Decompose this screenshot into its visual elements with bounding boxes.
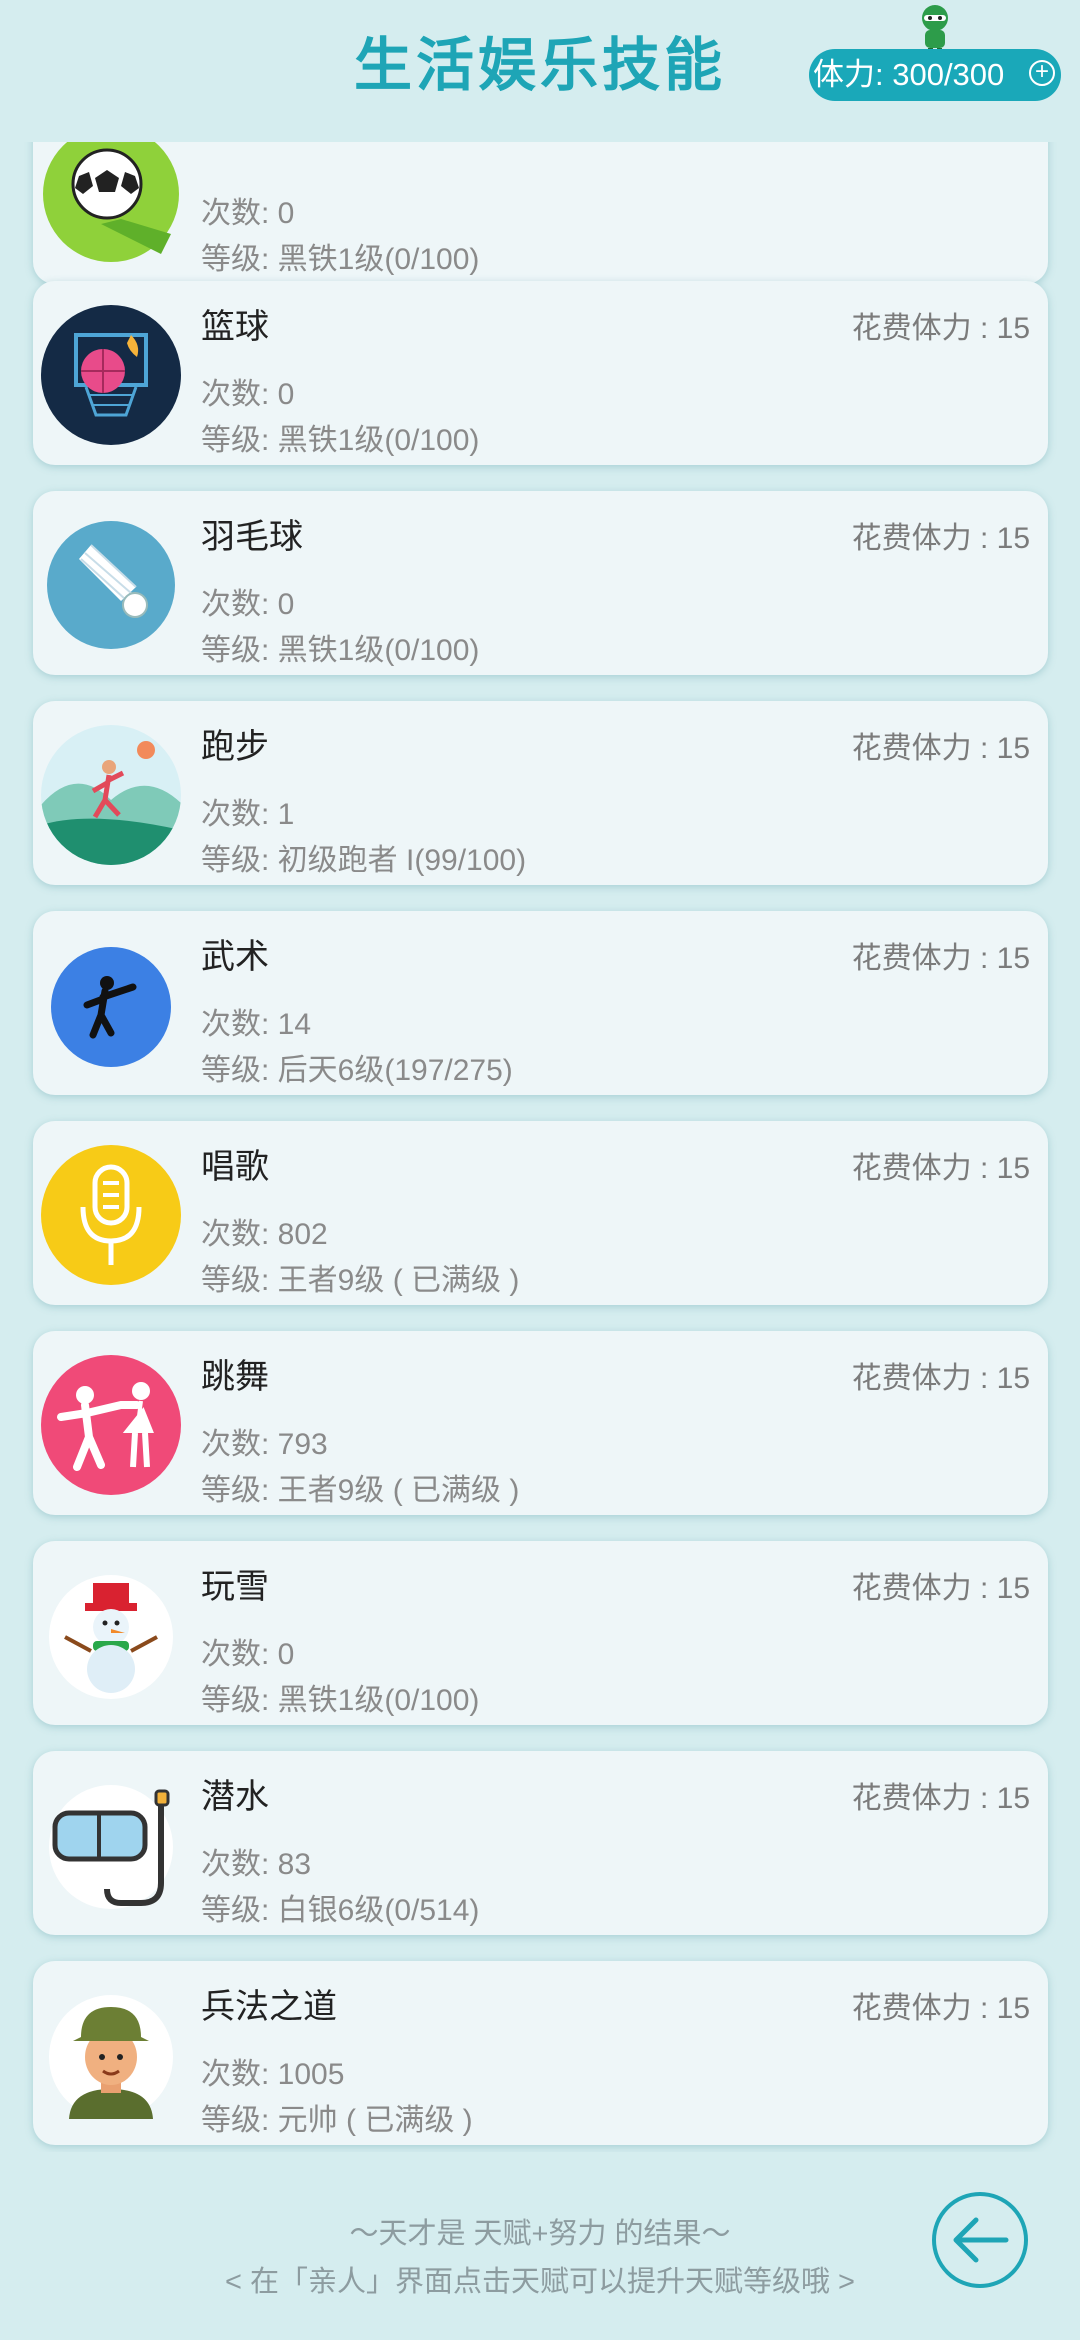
skill-cost: 花费体力 : 15 [851, 1362, 1030, 1395]
soldier-icon [49, 1995, 173, 2119]
skill-level: 等级: 黑铁1级(0/100) [201, 634, 480, 667]
skill-cost: 花费体力 : 15 [851, 942, 1030, 975]
skill-cost: 花费体力 : 15 [851, 1572, 1030, 1605]
skill-count: 次数: 0 [201, 588, 295, 621]
skill-count: 次数: 14 [201, 1008, 312, 1041]
header: 生活娱乐技能 体力: 300/300 + [0, 0, 1080, 142]
add-stamina-icon[interactable]: + [1029, 60, 1055, 86]
skill-level: 等级: 王者9级 ( 已满级 ) [201, 1474, 520, 1507]
snowman-icon [49, 1575, 173, 1699]
basketball-icon [41, 305, 181, 445]
skill-level: 等级: 初级跑者 I(99/100) [201, 844, 527, 877]
skill-name: 潜水 [201, 1778, 269, 1816]
footer: ～天才是 天赋+努力 的结果～ < 在「亲人」界面点击天赋可以提升天赋等级哦 > [0, 2152, 1080, 2340]
skill-name: 跑步 [201, 728, 269, 766]
skill-level: 等级: 元帅 ( 已满级 ) [201, 2104, 473, 2137]
stamina-badge[interactable]: 体力: 300/300 + [809, 49, 1061, 101]
skill-count: 次数: 802 [201, 1218, 328, 1251]
skill-name: 跳舞 [201, 1358, 269, 1396]
footer-tip-2: < 在「亲人」界面点击天赋可以提升天赋等级哦 > [225, 2266, 855, 2298]
skill-count: 次数: 0 [201, 1638, 295, 1671]
skill-card-soccer[interactable]: 次数: 0 等级: 黑铁1级(0/100) [33, 142, 1048, 284]
skill-level: 等级: 白银6级(0/514) [201, 1894, 480, 1927]
skill-count: 次数: 1 [201, 798, 295, 831]
skill-card-strategy[interactable]: 兵法之道 花费体力 : 15 次数: 1005 等级: 元帅 ( 已满级 ) [33, 1961, 1048, 2145]
skill-count: 次数: 83 [201, 1848, 312, 1881]
back-arrow-icon[interactable] [930, 2190, 1030, 2290]
skill-name: 兵法之道 [201, 1988, 337, 2026]
skill-level: 等级: 黑铁1级(0/100) [201, 1684, 480, 1717]
skill-level: 等级: 王者9级 ( 已满级 ) [201, 1264, 520, 1297]
stamina-label: 体力: 300/300 [813, 57, 1005, 92]
skill-count: 次数: 0 [201, 378, 295, 411]
running-icon [41, 725, 181, 865]
skill-count: 次数: 0 [201, 197, 295, 230]
microphone-icon [41, 1145, 181, 1285]
soccer-icon [43, 142, 179, 262]
footer-tip-1: ～天才是 天赋+努力 的结果～ [349, 2218, 731, 2250]
skill-name: 武术 [201, 938, 269, 976]
skill-cost: 花费体力 : 15 [851, 1152, 1030, 1185]
skill-list[interactable]: 次数: 0 等级: 黑铁1级(0/100) 篮球 花费体力 : 15 次数: 0… [0, 142, 1080, 2152]
skill-name: 篮球 [201, 308, 269, 346]
skill-count: 次数: 793 [201, 1428, 328, 1461]
skill-level: 等级: 黑铁1级(0/100) [201, 424, 480, 457]
skill-cost: 花费体力 : 15 [851, 1992, 1030, 2025]
skill-level: 等级: 后天6级(197/275) [201, 1054, 513, 1087]
skill-cost: 花费体力 : 15 [851, 1782, 1030, 1815]
badminton-icon [47, 521, 175, 649]
skill-level: 等级: 黑铁1级(0/100) [201, 243, 480, 276]
skill-cost: 花费体力 : 15 [851, 312, 1030, 345]
skill-count: 次数: 1005 [201, 2058, 345, 2091]
dancing-icon [41, 1355, 181, 1495]
skill-card-running[interactable]: 跑步 花费体力 : 15 次数: 1 等级: 初级跑者 I(99/100) [33, 701, 1048, 885]
skill-cost: 花费体力 : 15 [851, 522, 1030, 555]
skill-cost: 花费体力 : 15 [851, 732, 1030, 765]
skill-card-dancing[interactable]: 跳舞 花费体力 : 15 次数: 793 等级: 王者9级 ( 已满级 ) [33, 1331, 1048, 1515]
skill-name: 玩雪 [201, 1568, 269, 1606]
skill-card-diving[interactable]: 潜水 花费体力 : 15 次数: 83 等级: 白银6级(0/514) [33, 1751, 1048, 1935]
skill-card-snow[interactable]: 玩雪 花费体力 : 15 次数: 0 等级: 黑铁1级(0/100) [33, 1541, 1048, 1725]
skill-card-singing[interactable]: 唱歌 花费体力 : 15 次数: 802 等级: 王者9级 ( 已满级 ) [33, 1121, 1048, 1305]
mascot-icon [922, 5, 948, 54]
skill-card-basketball[interactable]: 篮球 花费体力 : 15 次数: 0 等级: 黑铁1级(0/100) [33, 281, 1048, 465]
skill-card-martial-arts[interactable]: 武术 花费体力 : 15 次数: 14 等级: 后天6级(197/275) [33, 911, 1048, 1095]
diving-mask-icon [49, 1785, 173, 1909]
skill-name: 羽毛球 [201, 518, 303, 556]
skill-card-badminton[interactable]: 羽毛球 花费体力 : 15 次数: 0 等级: 黑铁1级(0/100) [33, 491, 1048, 675]
martial-arts-icon [51, 947, 171, 1067]
skill-name: 唱歌 [201, 1148, 269, 1186]
